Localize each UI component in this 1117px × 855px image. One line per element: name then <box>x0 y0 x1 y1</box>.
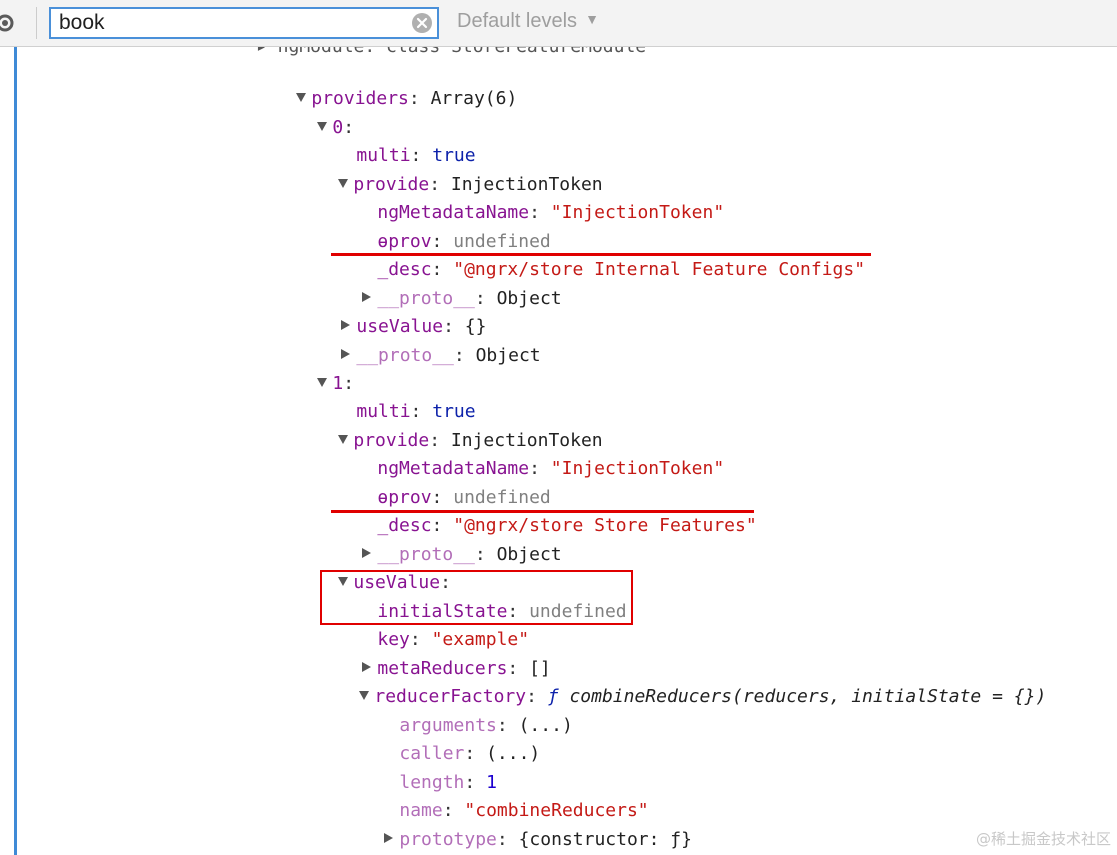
watermark: @稀土掘金技术社区 <box>975 830 1111 848</box>
clear-filter-icon[interactable] <box>411 12 433 38</box>
tree-row-desc: _desc: "@ngrx/store Store Features" <box>377 515 757 536</box>
tree-row-eprov: ɵprov: undefined <box>377 231 551 252</box>
annotation-underline <box>331 510 754 513</box>
tree-row-metareducers[interactable]: metaReducers: [] <box>318 627 551 679</box>
tree-row-proto[interactable]: __proto__: Object <box>297 314 541 366</box>
tree-row-index-0[interactable]: 0: <box>274 86 354 138</box>
tree-row-providers[interactable]: providers: Array(6) <box>253 57 517 109</box>
log-levels-dropdown[interactable]: Default levels ▼ <box>457 10 599 33</box>
tree-row-multi: multi: true <box>356 401 476 422</box>
annotation-box <box>320 570 633 625</box>
tree-row-provide[interactable]: provide: InjectionToken <box>295 399 603 451</box>
toolbar-divider <box>36 7 37 39</box>
tree-row-proto[interactable]: __proto__: Object <box>318 513 562 565</box>
console-toolbar: Default levels ▼ <box>0 0 1117 47</box>
annotation-underline <box>331 253 871 256</box>
tree-row-name: name: "combineReducers" <box>399 800 649 821</box>
tree-row-caller[interactable]: caller: (...) <box>356 712 540 764</box>
object-tree: ▸ ngModule: class StoreFeatureModule pro… <box>0 47 1117 855</box>
eye-icon[interactable] <box>0 14 16 36</box>
tree-row-multi: multi: true <box>356 145 476 166</box>
tree-row-prototype[interactable]: prototype: {constructor: ƒ} <box>340 798 692 850</box>
tree-row-eprov: ɵprov: undefined <box>377 487 551 508</box>
log-levels-label: Default levels <box>457 10 578 32</box>
tree-row-provide[interactable]: provide: InjectionToken <box>295 143 603 195</box>
tree-row-length: length: 1 <box>399 772 497 793</box>
tree-row-ngmetadataname: ngMetadataName: "InjectionToken" <box>377 458 725 479</box>
tree-row-proto[interactable]: __proto__: ƒ () <box>340 826 562 854</box>
tree-row-reducerfactory[interactable]: reducerFactory: ƒ combineReducers(reduce… <box>316 655 1046 707</box>
tree-row-desc: _desc: "@ngrx/store Internal Feature Con… <box>377 259 866 280</box>
tree-row-usevalue[interactable]: useValue: <box>295 541 451 593</box>
tree-row-arguments[interactable]: arguments: (...) <box>356 684 572 736</box>
chevron-down-icon: ▼ <box>585 11 599 27</box>
filter-box[interactable] <box>49 7 439 39</box>
tree-row-usevalue[interactable]: useValue: {} <box>297 285 486 337</box>
tree-row-index-1[interactable]: 1: <box>274 342 354 394</box>
tree-row-ngmetadataname: ngMetadataName: "InjectionToken" <box>377 202 725 223</box>
tree-row-proto[interactable]: __proto__: Object <box>318 257 562 309</box>
filter-input[interactable] <box>59 10 399 36</box>
